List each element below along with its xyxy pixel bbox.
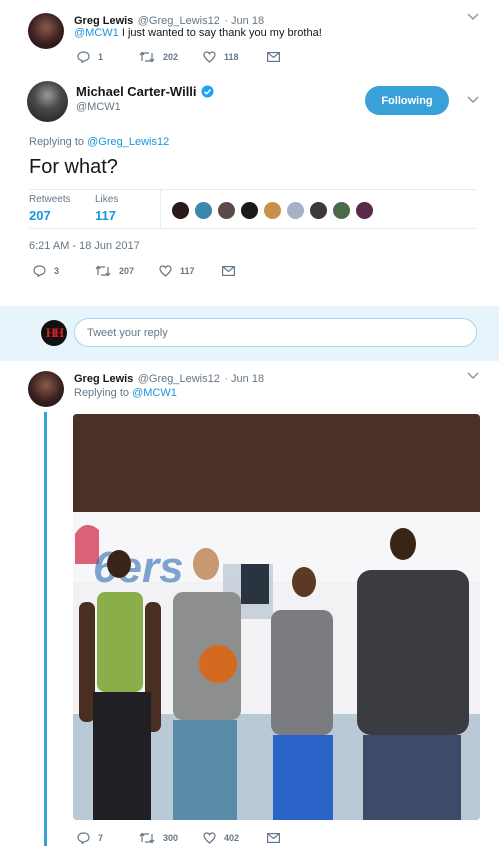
author-name[interactable]: Greg Lewis [74,373,133,385]
main-tweet-text: For what? [29,156,118,178]
envelope-icon[interactable] [222,266,235,276]
reply-action[interactable]: 7 [77,832,103,844]
liker-avatar[interactable] [263,201,282,220]
retweet-count: 300 [163,833,179,843]
heart-icon [203,832,216,844]
reply-icon [77,832,90,844]
like-action[interactable]: 117 [159,265,195,277]
stats-separator [160,190,161,228]
liker-avatar[interactable] [355,201,374,220]
greg-lewis-avatar[interactable] [28,371,64,407]
liker-avatar[interactable] [309,201,328,220]
liker-avatar[interactable] [171,201,190,220]
retweets-count: 207 [29,208,51,223]
main-author-row: Michael Carter-Willi [76,84,214,99]
reply-action[interactable]: 3 [33,265,59,277]
divider [29,189,476,190]
retweet-icon [139,832,155,844]
chevron-down-icon[interactable] [467,13,479,21]
reply-count: 1 [98,52,104,62]
author-handle[interactable]: @Greg_Lewis12 [138,373,220,385]
replying-to: Replying to @Greg_Lewis12 [29,136,169,148]
tweet-reply-input[interactable]: Tweet your reply [74,318,477,347]
like-count: 402 [224,833,240,843]
likes-label: Likes [95,194,119,205]
replying-prefix: Replying to [74,387,133,399]
chevron-down-icon[interactable] [467,96,479,104]
envelope-icon[interactable] [267,833,280,843]
retweet-action[interactable]: 300 [139,832,178,844]
divider [29,228,476,229]
retweet-icon [139,51,155,63]
heart-icon [159,265,172,277]
like-action[interactable]: 118 [203,51,239,63]
verified-badge-icon [201,85,214,98]
liker-avatar[interactable] [194,201,213,220]
tweet-date[interactable]: · Jun 18 [224,373,264,385]
reply-icon [77,51,90,63]
replying-prefix: Replying to [29,136,88,148]
tweet-timestamp[interactable]: 6:21 AM - 18 Jun 2017 [29,240,140,252]
reply-action[interactable]: 1 [77,51,103,63]
replying-to: Replying to @MCW1 [74,387,177,399]
retweet-icon [95,265,111,277]
tweet-photo[interactable]: 6ers [73,414,480,820]
reply-count: 7 [98,833,104,843]
like-action[interactable]: 402 [203,832,239,844]
tweet3-header: Greg Lewis @Greg_Lewis12 · Jun 18 [74,369,264,387]
author-name[interactable]: Michael Carter-Willi [76,84,197,99]
avatar-initials: HH [45,325,64,340]
replying-to-link[interactable]: @MCW1 [132,387,177,399]
like-count: 118 [224,52,239,62]
tweet-date[interactable]: · Jun 18 [224,15,264,27]
reply-count: 3 [54,266,60,276]
tweet-body: I just wanted to say thank you my brotha… [118,27,322,39]
reply-icon [33,265,46,277]
retweet-count: 202 [163,52,179,62]
retweet-action[interactable]: 202 [139,51,178,63]
photo-image: 6ers [73,414,480,820]
retweets-stat[interactable]: Retweets 207 [29,194,71,223]
following-button[interactable]: Following [365,86,449,115]
author-handle[interactable]: @MCW1 [76,101,121,113]
liker-avatar[interactable] [217,201,236,220]
likes-count: 117 [95,208,116,223]
replying-to-link[interactable]: @Greg_Lewis12 [87,136,169,148]
liker-avatar[interactable] [240,201,259,220]
greg-lewis-avatar[interactable] [28,13,64,49]
author-handle[interactable]: @Greg_Lewis12 [138,15,220,27]
heart-icon [203,51,216,63]
current-user-avatar[interactable]: HH [41,320,67,346]
mention-link[interactable]: @MCW1 [74,27,119,39]
mcw-avatar[interactable] [27,81,68,122]
tweet1-text: @MCW1 I just wanted to say thank you my … [74,27,322,39]
retweet-action[interactable]: 207 [95,265,134,277]
like-count: 117 [180,266,195,276]
photo-banner-text: 6ers [93,543,184,592]
liker-avatar[interactable] [286,201,305,220]
retweets-label: Retweets [29,194,71,205]
thread-line [44,412,47,846]
chevron-down-icon[interactable] [467,372,479,380]
author-name[interactable]: Greg Lewis [74,15,133,27]
retweet-count: 207 [119,266,135,276]
liker-avatar[interactable] [332,201,351,220]
envelope-icon[interactable] [267,52,280,62]
likes-stat[interactable]: Likes 117 [95,194,118,223]
